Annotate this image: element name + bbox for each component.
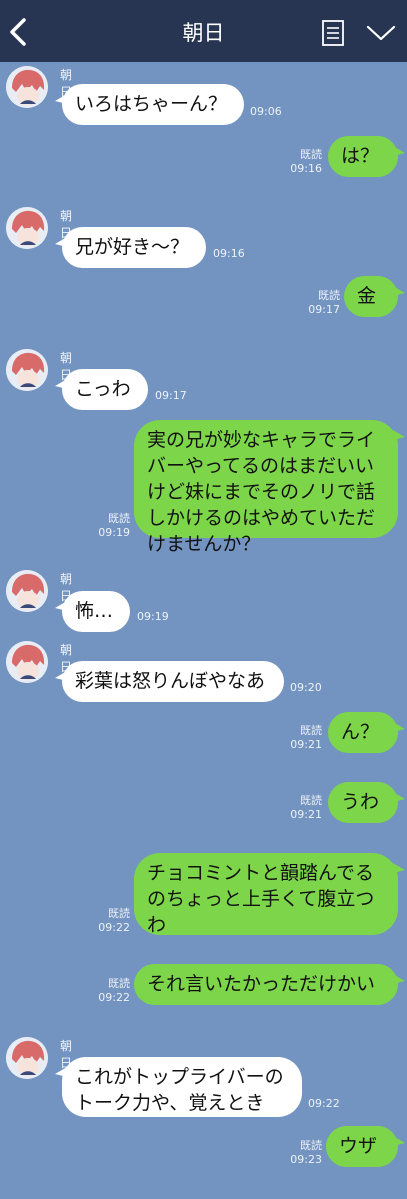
message-bubble[interactable]: 実の兄が妙なキャラでライバーやってるのはまだいいけど妹にまでそのノリで話しかける… [134,420,405,555]
chat-header: 朝日 [0,0,407,62]
read-receipt: 既読 09:16 [280,148,322,176]
message-time: 09:19 [98,526,130,539]
message-time: 09:17 [155,389,187,402]
message-bubble[interactable]: これがトップライバーのトーク力や、覚えとき [55,1057,302,1117]
message-time: 09:21 [290,808,322,821]
notes-icon[interactable] [322,20,344,46]
chat-title: 朝日 [182,21,225,45]
message-bubble[interactable]: 怖… [55,591,130,632]
message-bubble[interactable]: それ言いたかっただけかい [134,964,405,1005]
avatar-image [6,1037,48,1079]
read-receipt: 既読 09:22 [86,977,130,1005]
read-receipt: 既読 09:17 [296,289,340,317]
message-time: 09:20 [290,681,322,694]
read-receipt: 既読 09:21 [280,724,322,752]
read-label: 既読 [300,148,322,161]
sender-avatar[interactable] [6,1037,48,1079]
chevron-down-icon[interactable] [366,24,396,42]
read-label: 既読 [108,512,130,525]
message-time: 09:23 [290,1153,322,1166]
avatar-image [6,641,48,683]
read-label: 既読 [300,724,322,737]
read-label: 既読 [108,907,130,920]
message-time: 09:21 [290,738,322,751]
message-bubble[interactable]: うわ [328,782,405,823]
read-receipt: 既読 09:21 [280,794,322,822]
message-time: 09:06 [250,105,282,118]
avatar-image [6,349,48,391]
sender-avatar[interactable] [6,207,48,249]
message-time: 09:17 [308,303,340,316]
message-bubble[interactable]: 彩葉は怒りんぼやなあ [55,661,284,702]
read-receipt: 既読 09:23 [278,1139,322,1167]
message-time: 09:16 [290,162,322,175]
sender-avatar[interactable] [6,349,48,391]
avatar-image [6,66,48,108]
sender-avatar[interactable] [6,641,48,683]
message-bubble[interactable]: 金 [344,276,405,317]
message-list[interactable]: 朝日 いろはちゃーん？ 09:06 既読 09:16 は？ 朝日 兄が好き～？ … [0,62,407,1199]
read-label: 既読 [318,289,340,302]
read-label: 既読 [108,977,130,990]
sender-avatar[interactable] [6,570,48,612]
message-bubble[interactable]: ウザ [326,1126,405,1167]
message-time: 09:16 [213,247,245,260]
message-time: 09:22 [98,991,130,1004]
message-bubble[interactable]: チョコミントと韻踏んでるのちょっと上手くて腹立つわ [134,853,405,936]
message-time: 09:22 [98,921,130,934]
read-receipt: 既読 09:22 [86,907,130,935]
avatar-image [6,570,48,612]
read-label: 既読 [300,1139,322,1152]
avatar-image [6,207,48,249]
message-bubble[interactable]: いろはちゃーん？ [55,84,244,125]
message-bubble[interactable]: 兄が好き～？ [55,227,206,268]
read-label: 既読 [300,794,322,807]
message-time: 09:19 [137,610,169,623]
message-time: 09:22 [308,1097,340,1110]
sender-avatar[interactable] [6,66,48,108]
message-bubble[interactable]: こっわ [55,369,148,410]
read-receipt: 既読 09:19 [86,512,130,540]
message-bubble[interactable]: は？ [328,136,405,177]
message-bubble[interactable]: ん？ [328,712,405,753]
